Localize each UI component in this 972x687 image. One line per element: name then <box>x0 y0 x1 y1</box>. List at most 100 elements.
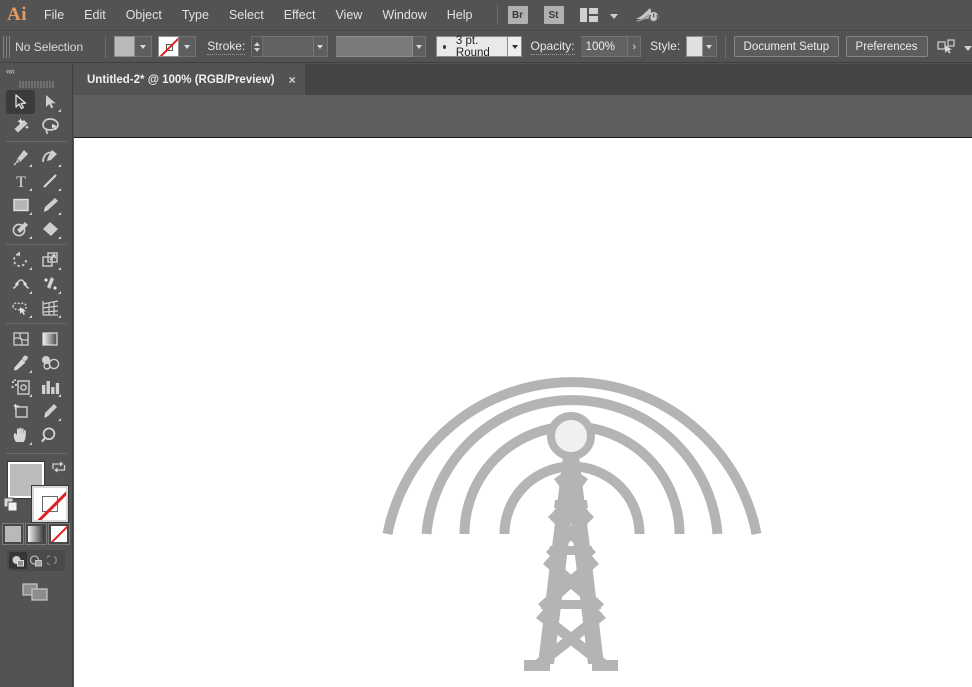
rotate-tool[interactable] <box>6 248 35 272</box>
eraser-tool[interactable] <box>35 217 64 241</box>
selection-status: No Selection <box>15 39 84 54</box>
draw-inside-button[interactable] <box>45 552 63 569</box>
draw-behind-button[interactable] <box>27 552 45 569</box>
divider <box>105 35 106 58</box>
menu-help[interactable]: Help <box>437 4 483 26</box>
perspective-grid-tool[interactable] <box>35 296 64 320</box>
free-transform-tool[interactable] <box>35 272 64 296</box>
graphic-style-swatch[interactable] <box>686 36 704 57</box>
opacity-label[interactable]: Opacity: <box>530 39 575 55</box>
select-similar-chevron-icon[interactable] <box>964 40 972 54</box>
magic-wand-tool[interactable] <box>6 114 35 138</box>
brush-definition-input[interactable]: 3 pt. Round <box>435 34 509 59</box>
stroke-color-swatch-panel[interactable] <box>31 485 69 523</box>
swap-fill-stroke-icon[interactable] <box>51 460 67 477</box>
lasso-tool[interactable] <box>35 114 64 138</box>
gradient-tool[interactable] <box>35 327 64 351</box>
type-tool[interactable]: T <box>6 169 35 193</box>
stroke-weight-label[interactable]: Stroke: <box>207 39 246 55</box>
draw-normal-button[interactable] <box>9 552 27 569</box>
stroke-weight-stepper[interactable] <box>251 36 263 57</box>
zoom-tool[interactable] <box>35 423 64 447</box>
brush-definition-dropdown[interactable] <box>508 36 522 57</box>
document-tab[interactable]: Untitled-2* @ 100% (RGB/Preview) × <box>74 64 305 95</box>
stroke-weight-input[interactable] <box>262 36 314 57</box>
collapse-panel-button[interactable]: «« <box>0 64 72 78</box>
tools-panel-grip[interactable] <box>18 78 54 90</box>
style-label: Style: <box>650 39 681 53</box>
stroke-color-swatch[interactable] <box>158 36 180 57</box>
arrange-documents-icon[interactable] <box>579 8 598 22</box>
paintbrush-tool[interactable] <box>35 193 64 217</box>
selection-tool[interactable] <box>6 90 35 114</box>
tool-divider-3 <box>6 323 67 324</box>
chevron-down-icon[interactable] <box>609 8 618 22</box>
blend-tool[interactable] <box>35 351 64 375</box>
symbol-sprayer-tool[interactable] <box>6 375 35 399</box>
control-bar-grip[interactable] <box>3 35 11 58</box>
menu-object[interactable]: Object <box>116 4 172 26</box>
opacity-options-button[interactable]: › <box>627 36 642 57</box>
canvas-area[interactable] <box>74 95 972 687</box>
menu-type[interactable]: Type <box>172 4 219 26</box>
brush-definition-label: 3 pt. Round <box>455 34 490 59</box>
graphic-style-dropdown[interactable] <box>703 36 717 57</box>
draw-mode-row <box>7 550 65 571</box>
menu-bar: Ai File Edit Object Type Select Effect V… <box>0 0 972 31</box>
radio-tower-illustration[interactable] <box>74 138 972 687</box>
opacity-input[interactable]: 100% <box>580 36 628 57</box>
scale-tool[interactable] <box>35 248 64 272</box>
curvature-tool[interactable] <box>35 145 64 169</box>
stroke-profile-dropdown[interactable] <box>412 36 427 57</box>
menu-view[interactable]: View <box>325 4 372 26</box>
color-mode-row <box>0 523 72 545</box>
eyedropper-tool[interactable] <box>6 351 35 375</box>
document-setup-button[interactable]: Document Setup <box>733 36 840 57</box>
close-icon[interactable]: × <box>289 73 296 87</box>
menu-effect[interactable]: Effect <box>274 4 326 26</box>
slice-tool[interactable] <box>35 399 64 423</box>
default-fill-stroke-icon[interactable] <box>2 496 20 517</box>
none-mode-button[interactable] <box>48 523 70 545</box>
menu-divider <box>496 5 498 25</box>
tower-dome <box>547 412 595 460</box>
fill-color-swatch[interactable] <box>113 36 135 57</box>
stroke-weight-dropdown[interactable] <box>314 36 328 57</box>
shape-builder-tool[interactable] <box>6 296 35 320</box>
menu-window[interactable]: Window <box>372 4 436 26</box>
artboard-tool[interactable] <box>6 399 35 423</box>
artboard[interactable] <box>74 137 972 687</box>
pen-tool[interactable] <box>6 145 35 169</box>
rectangle-tool[interactable] <box>6 193 35 217</box>
stroke-swatch-group[interactable] <box>158 36 197 57</box>
fill-stroke-controls <box>0 458 73 523</box>
change-screen-mode-icon[interactable] <box>0 581 72 603</box>
width-tool[interactable] <box>6 272 35 296</box>
stroke-dropdown-button[interactable] <box>179 36 197 57</box>
menu-edit[interactable]: Edit <box>74 4 116 26</box>
document-tab-bar: Untitled-2* @ 100% (RGB/Preview) × <box>74 64 972 95</box>
start-workspace-icon[interactable] <box>634 6 660 24</box>
column-graph-tool[interactable] <box>35 375 64 399</box>
preferences-button[interactable]: Preferences <box>845 36 928 57</box>
fill-swatch-group[interactable] <box>113 36 152 57</box>
tool-divider-4 <box>5 453 67 454</box>
hand-tool[interactable] <box>6 423 35 447</box>
menu-select[interactable]: Select <box>219 4 274 26</box>
mesh-tool[interactable] <box>6 327 35 351</box>
stroke-profile-input[interactable] <box>335 36 413 57</box>
shaper-tool[interactable] <box>6 217 35 241</box>
stock-button[interactable]: St <box>543 6 564 24</box>
tool-divider-1 <box>6 141 67 142</box>
direct-selection-tool[interactable] <box>35 90 64 114</box>
gradient-mode-button[interactable] <box>25 523 47 545</box>
menu-file[interactable]: File <box>34 4 74 26</box>
fill-dropdown-button[interactable] <box>134 36 152 57</box>
svg-text:T: T <box>16 174 26 190</box>
color-mode-button[interactable] <box>2 523 24 545</box>
line-segment-tool[interactable] <box>35 169 64 193</box>
illustrator-window: Ai File Edit Object Type Select Effect V… <box>0 0 972 687</box>
divider-2 <box>724 35 726 58</box>
bridge-button[interactable]: Br <box>507 6 528 24</box>
select-similar-objects-icon[interactable] <box>937 38 957 55</box>
